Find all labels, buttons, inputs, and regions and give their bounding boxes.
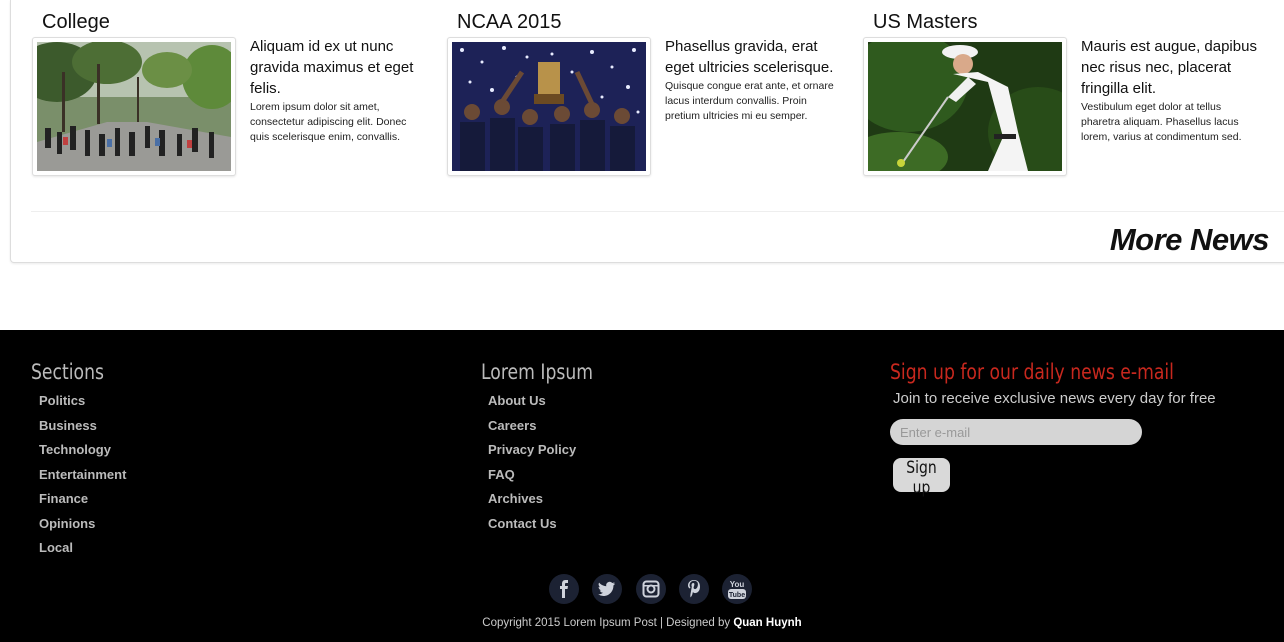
story-thumbnail[interactable]: [447, 37, 651, 176]
signup-button-label: Sign up: [906, 458, 937, 498]
story-thumbnail[interactable]: [32, 37, 236, 176]
footer-link-entertainment[interactable]: Entertainment: [39, 467, 126, 482]
svg-text:You: You: [730, 580, 745, 589]
footer-link-business[interactable]: Business: [39, 418, 97, 433]
sections-link-list: Politics Business Technology Entertainme…: [39, 392, 126, 564]
story-category-title[interactable]: US Masters: [873, 11, 977, 34]
newsletter-subtitle: Join to receive exclusive news every day…: [893, 390, 1216, 407]
story-category-title[interactable]: NCAA 2015: [457, 11, 562, 34]
company-heading: Lorem Ipsum: [481, 360, 594, 384]
story-headline[interactable]: Mauris est augue, dapibus nec risus nec,…: [1081, 36, 1259, 99]
footer-link-archives[interactable]: Archives: [488, 491, 543, 506]
footer-link-contact-us[interactable]: Contact Us: [488, 516, 557, 531]
story-card-college: College Aliquam id ex ut nunc gravida ma…: [32, 0, 432, 180]
footer-link-about-us[interactable]: About Us: [488, 393, 546, 408]
golfer-swing-photo: [868, 42, 1062, 171]
company-link-list: About Us Careers Privacy Policy FAQ Arch…: [488, 392, 576, 539]
signup-button[interactable]: Sign up: [893, 458, 950, 498]
story-summary: Lorem ipsum dolor sit amet, consectetur …: [250, 101, 407, 143]
footer-link-privacy-policy[interactable]: Privacy Policy: [488, 442, 576, 457]
sections-heading: Sections: [31, 360, 104, 384]
youtube-icon[interactable]: You Tube: [722, 574, 752, 604]
twitter-icon[interactable]: [592, 574, 622, 604]
news-panel: College Aliquam id ex ut nunc gravida ma…: [10, 0, 1284, 263]
panel-divider: [31, 211, 1284, 212]
story-headline[interactable]: Phasellus gravida, erat eget ultricies s…: [665, 36, 843, 78]
story-category-title[interactable]: College: [42, 11, 110, 34]
footer-link-faq[interactable]: FAQ: [488, 467, 515, 482]
footer-link-technology[interactable]: Technology: [39, 442, 111, 457]
footer-link-politics[interactable]: Politics: [39, 393, 85, 408]
footer-link-careers[interactable]: Careers: [488, 418, 536, 433]
site-footer: Sections Politics Business Technology En…: [0, 330, 1284, 642]
story-headline[interactable]: Aliquam id ex ut nunc gravida maximus et…: [250, 36, 428, 99]
newsletter-heading: Sign up for our daily news e-mail: [890, 360, 1174, 384]
story-summary: Quisque congue erat ante, et ornare lacu…: [665, 80, 834, 122]
story-thumbnail[interactable]: [863, 37, 1067, 176]
more-news-link[interactable]: More News: [1110, 222, 1270, 258]
designer-name[interactable]: Quan Huynh: [733, 617, 801, 629]
footer-link-local[interactable]: Local: [39, 540, 73, 555]
story-card-us-masters: US Masters Mauris est augue, dapibus nec…: [863, 0, 1263, 180]
championship-celebration-photo: [452, 42, 646, 171]
copyright-text: Copyright 2015 Lorem Ipsum Post | Design…: [482, 617, 731, 629]
footer-link-finance[interactable]: Finance: [39, 491, 88, 506]
footer-link-opinions[interactable]: Opinions: [39, 516, 95, 531]
campus-walkway-photo: [37, 42, 231, 171]
instagram-icon[interactable]: [636, 574, 666, 604]
email-input[interactable]: [890, 419, 1142, 445]
story-summary: Vestibulum eget dolor at tellus pharetra…: [1081, 101, 1242, 143]
story-card-ncaa: NCAA 2015 Phasellus gravida, erat eget u…: [447, 0, 847, 180]
facebook-icon[interactable]: [549, 574, 579, 604]
pinterest-icon[interactable]: [679, 574, 709, 604]
copyright-line: Copyright 2015 Lorem Ipsum Post | Design…: [0, 617, 1284, 629]
svg-text:Tube: Tube: [729, 592, 745, 599]
